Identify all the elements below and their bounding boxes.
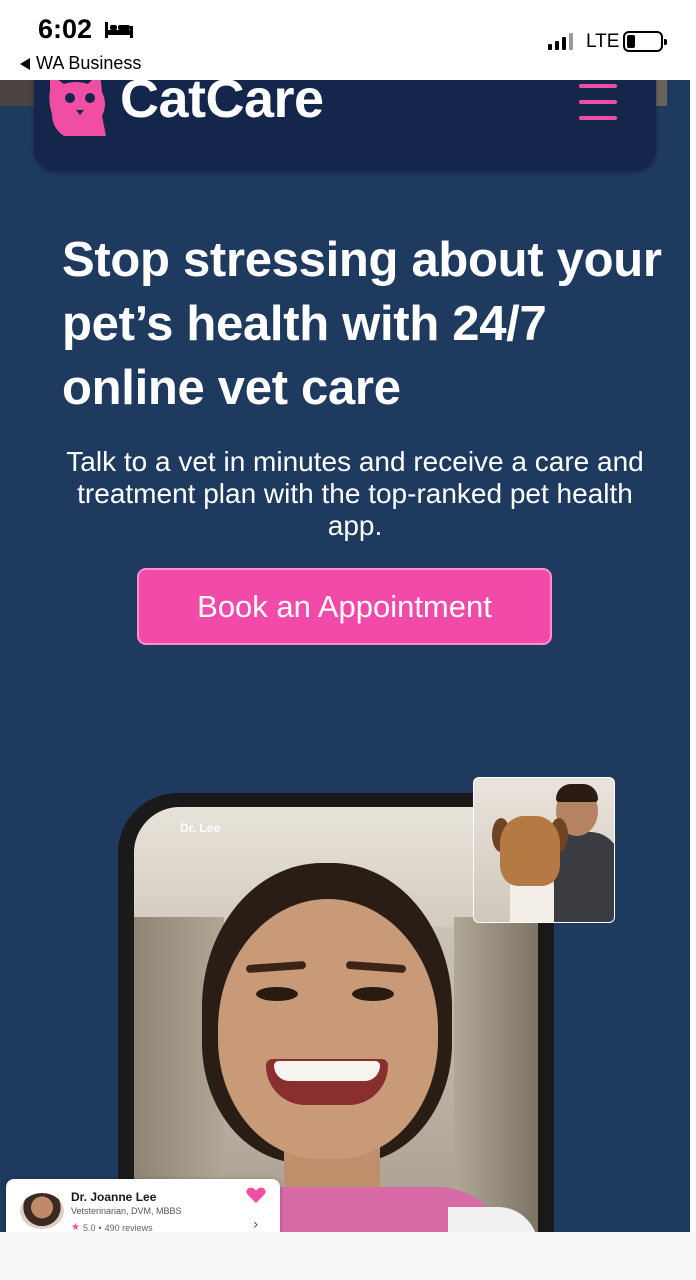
back-arrow-icon: [20, 57, 30, 70]
rating-separator: •: [98, 1222, 102, 1233]
cat-icon[interactable]: [46, 80, 116, 138]
webpage: CatCare Stop stressing about your pet’s …: [0, 80, 690, 1232]
cellular-signal-icon: [548, 32, 573, 50]
status-bar: 6:02 WA Business LTE: [0, 0, 696, 80]
caller-name-label: Dr. Lee: [180, 821, 221, 835]
battery-icon: [623, 31, 667, 52]
header-edge-image: [0, 80, 38, 106]
doctor-name: Dr. Joanne Lee: [71, 1190, 157, 1204]
hamburger-icon: [579, 84, 617, 88]
doctor-credentials: Vetsterinarian, DVM, MBBS: [71, 1206, 182, 1216]
site-logo-text[interactable]: CatCare: [120, 80, 324, 126]
review-count: 490 reviews: [104, 1222, 153, 1233]
hero-subtitle: Talk to a vet in minutes and receive a c…: [66, 446, 644, 541]
back-app-label: WA Business: [36, 53, 142, 73]
network-type: LTE: [586, 31, 620, 52]
book-appointment-button[interactable]: Book an Appointment: [137, 568, 552, 645]
pet-owner-video-thumbnail: [473, 777, 615, 923]
sleep-focus-icon: [105, 22, 133, 38]
site-navbar: CatCare: [34, 80, 656, 170]
dog-image: [500, 816, 560, 886]
menu-button[interactable]: [577, 82, 619, 126]
doctor-rating: ★ 5.0 • 490 reviews: [71, 1222, 153, 1232]
back-to-app-link[interactable]: WA Business: [20, 53, 141, 74]
rating-value: 5.0: [82, 1222, 96, 1233]
status-time: 6:02: [38, 14, 93, 44]
chevron-right-icon[interactable]: ›: [253, 1217, 259, 1232]
doctor-card[interactable]: Dr. Joanne Lee Vetsterinarian, DVM, MBBS…: [6, 1179, 280, 1232]
browser-bottom-bar: [0, 1232, 696, 1280]
star-icon: ★: [71, 1222, 80, 1232]
heart-icon[interactable]: [246, 1187, 266, 1203]
header-edge-image: [655, 80, 667, 106]
hero-title: Stop stressing about your pet’s health w…: [62, 233, 662, 415]
avatar: [20, 1193, 64, 1229]
